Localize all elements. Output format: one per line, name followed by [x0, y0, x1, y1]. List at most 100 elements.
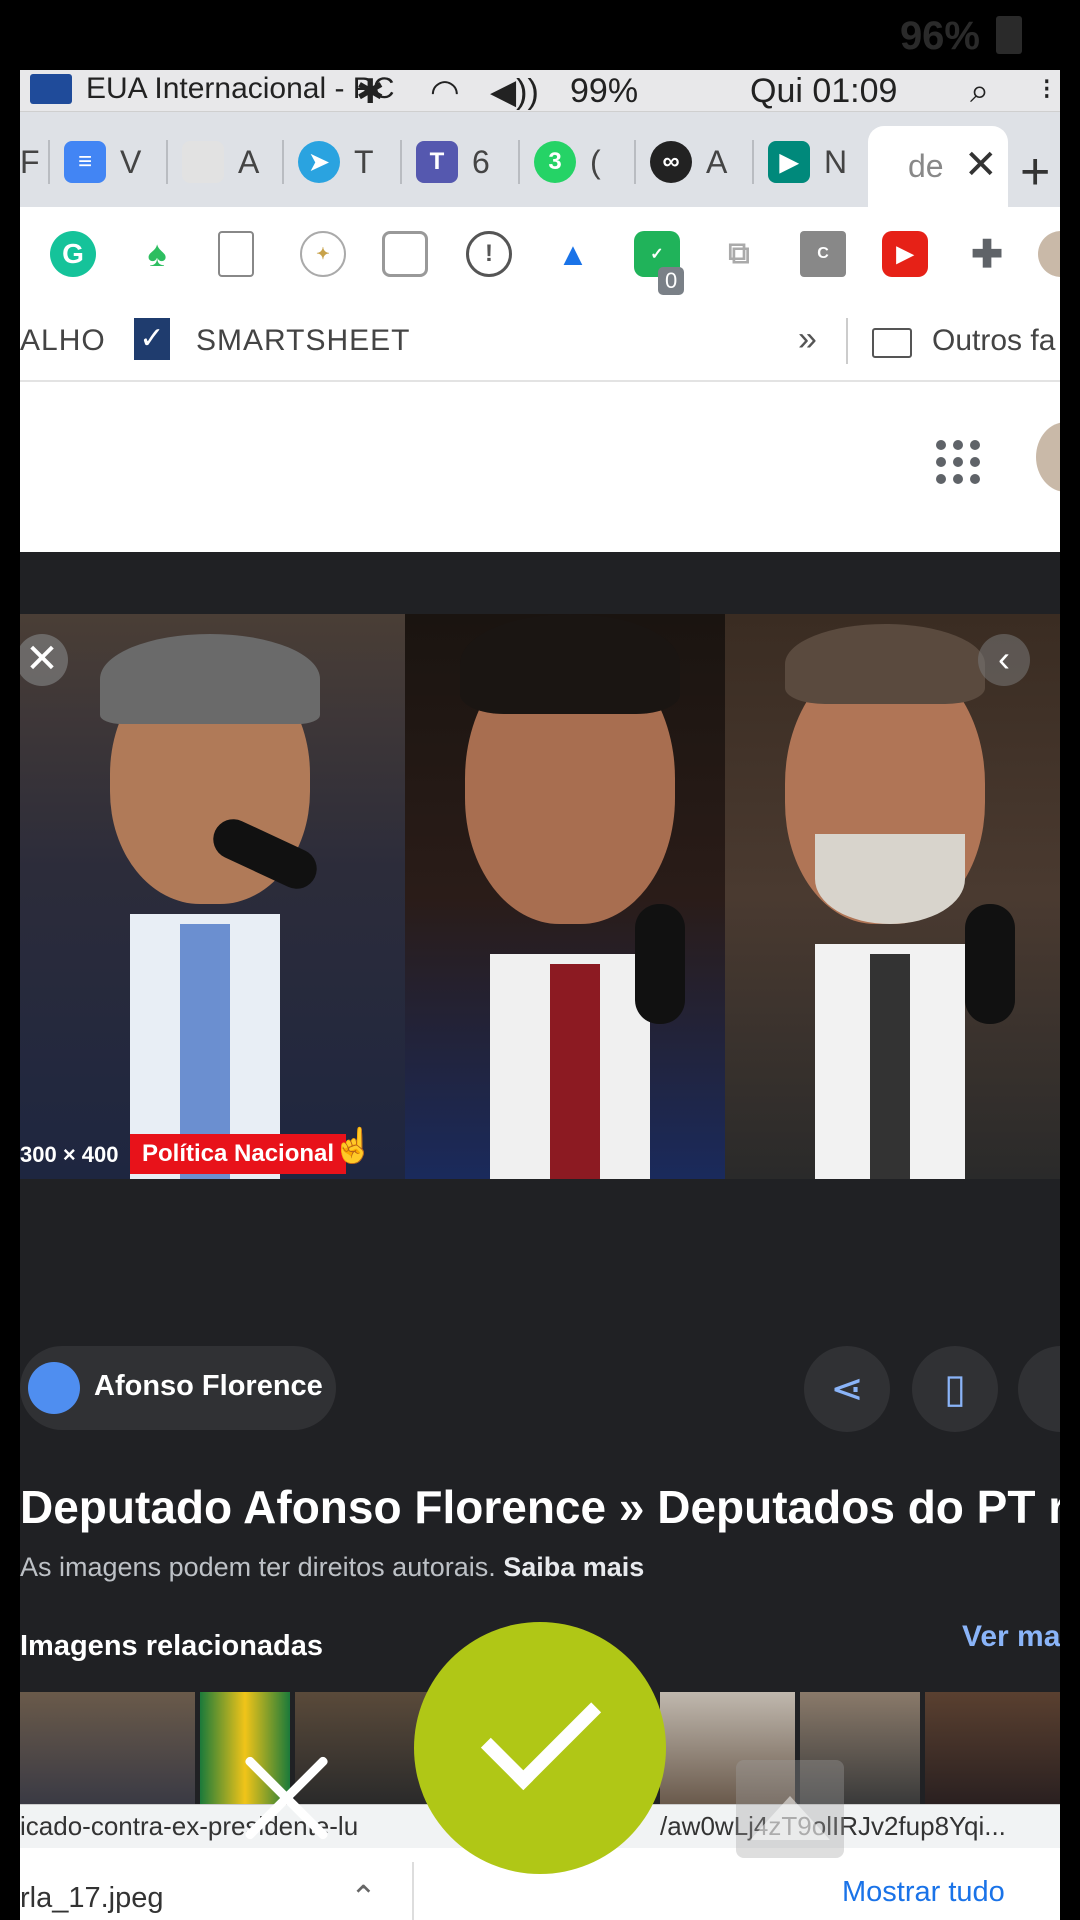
- bookmarks-divider: [846, 318, 848, 364]
- tab-label: A: [706, 143, 728, 180]
- extension-count-badge: 0: [658, 267, 685, 295]
- more-options-button[interactable]: [1018, 1346, 1060, 1432]
- graduation-cap-icon[interactable]: ▲: [550, 231, 596, 277]
- other-bookmarks[interactable]: Outros fa: [932, 324, 1055, 358]
- tab-partial[interactable]: F: [20, 132, 40, 192]
- telegram-icon: ➤: [298, 141, 340, 183]
- photo-middle-person: [405, 614, 725, 1179]
- volume-icon[interactable]: ◀)): [490, 72, 539, 112]
- tab-separator: [400, 140, 402, 184]
- menubar-clock[interactable]: Qui 01:09: [750, 72, 897, 111]
- spotlight-search-icon[interactable]: ⌕: [970, 72, 989, 111]
- whatsapp-icon: 3: [534, 141, 576, 183]
- google-apps-icon[interactable]: [936, 440, 980, 484]
- puzzle-outline-icon[interactable]: ⧉: [716, 231, 762, 277]
- tab-label: A: [238, 143, 260, 180]
- tab-label: (: [590, 143, 601, 180]
- tab-separator: [518, 140, 520, 184]
- preview-image[interactable]: ✕ ‹ 300 × 400 Política Nacional ☝: [20, 614, 1060, 1179]
- source-site-chip[interactable]: Afonso Florence: [20, 1346, 336, 1430]
- related-images-heading: Imagens relacionadas: [20, 1630, 324, 1662]
- battery-icon: [996, 16, 1022, 54]
- file-icon: [182, 141, 224, 183]
- learn-more-link[interactable]: Saiba mais: [503, 1552, 644, 1582]
- account-avatar[interactable]: [1036, 422, 1060, 492]
- discard-photo-icon[interactable]: [240, 1752, 332, 1844]
- infinity-icon: ∞: [650, 141, 692, 183]
- see-more-link[interactable]: Ver ma: [962, 1620, 1060, 1654]
- tab-separator: [48, 140, 50, 184]
- bookmark-smartsheet[interactable]: SMARTSHEET: [196, 324, 410, 358]
- result-title-link[interactable]: Deputado Afonso Florence » Deputados do …: [20, 1480, 1060, 1534]
- evernote-icon[interactable]: ♠: [134, 231, 180, 277]
- google-header: [20, 382, 1060, 552]
- source-site-name: Afonso Florence: [94, 1370, 323, 1402]
- extensions-bar: G ♠ ✦ ! ▲ ✓ 0 ⧉ C ▶ ✚: [20, 207, 1060, 302]
- extensions-puzzle-icon[interactable]: ✚: [964, 231, 1010, 277]
- new-tab-icon[interactable]: +: [1020, 142, 1050, 202]
- tab-label: N: [824, 143, 848, 180]
- battery-level: 96%: [899, 14, 980, 58]
- tab-label: de: [908, 148, 944, 184]
- close-tab-icon[interactable]: ✕: [964, 142, 998, 188]
- box-icon[interactable]: [382, 231, 428, 277]
- wifi-icon[interactable]: ◠: [430, 72, 460, 112]
- extension-seal-icon[interactable]: ✦: [300, 231, 346, 277]
- copyright-text: As imagens podem ter direitos autorais.: [20, 1552, 496, 1582]
- docs-icon: ≡: [64, 141, 106, 183]
- input-source[interactable]: EUA Internacional - PC: [86, 72, 394, 106]
- tab-label: 6: [472, 143, 490, 180]
- clipboard-c-icon[interactable]: C: [800, 231, 846, 277]
- teams-icon: T: [416, 141, 458, 183]
- tab-label: V: [120, 143, 142, 180]
- password-icon[interactable]: !: [466, 231, 512, 277]
- bookmark-icon: ▯: [943, 1367, 966, 1411]
- previous-image-button[interactable]: ‹: [978, 634, 1030, 686]
- smartsheet-icon: ✓: [134, 318, 170, 360]
- mac-menubar: EUA Internacional - PC ✱ ◠ ◀)) 99% Qui 0…: [20, 70, 1060, 112]
- bluetooth-icon[interactable]: ✱: [356, 72, 385, 112]
- image-dimensions: 300 × 400: [20, 1142, 119, 1167]
- youtube-icon[interactable]: ▶: [882, 231, 928, 277]
- gallery-icon[interactable]: [736, 1760, 844, 1858]
- share-button[interactable]: ⋖: [804, 1346, 890, 1432]
- control-center-icon[interactable]: ⁝: [1042, 72, 1052, 107]
- download-filename[interactable]: rla_17.jpeg: [20, 1882, 164, 1915]
- tab-separator: [166, 140, 168, 184]
- tab-5[interactable]: 3 (: [518, 132, 601, 192]
- confirm-photo-button[interactable]: [414, 1622, 666, 1874]
- checkmark-icon: [480, 1669, 602, 1791]
- tab-separator: [282, 140, 284, 184]
- tab-active[interactable]: de ✕: [868, 126, 1008, 208]
- copyright-notice: As imagens podem ter direitos autorais. …: [20, 1552, 644, 1583]
- related-thumbnail[interactable]: [925, 1692, 1060, 1804]
- tab-separator: [752, 140, 754, 184]
- tab-6[interactable]: ∞ A: [634, 132, 727, 192]
- share-icon: ⋖: [830, 1367, 864, 1411]
- bookmarks-overflow-icon[interactable]: »: [798, 320, 817, 359]
- tab-label: T: [354, 143, 374, 180]
- grammarly-icon[interactable]: G: [50, 231, 96, 277]
- tab-3[interactable]: ➤ T: [282, 132, 374, 192]
- browser-tab-strip: F ≡ V A ➤ T T 6 3 ( ∞ A ▶ N de ✕ +: [20, 112, 1060, 208]
- folder-icon: [872, 328, 912, 358]
- phone-status-bar: 96%: [0, 0, 1080, 70]
- show-all-downloads-link[interactable]: Mostrar tudo: [842, 1876, 1005, 1909]
- tab-2[interactable]: A: [166, 132, 259, 192]
- source-watermark-badge: Política Nacional: [130, 1134, 347, 1174]
- flag-icon[interactable]: [30, 74, 72, 104]
- battery-percent[interactable]: 99%: [570, 72, 638, 111]
- tab-4[interactable]: T 6: [400, 132, 490, 192]
- tab-7[interactable]: ▶ N: [752, 132, 847, 192]
- bookmark-partial[interactable]: ALHO: [20, 324, 106, 358]
- tab-1[interactable]: ≡ V: [48, 132, 141, 192]
- chevron-up-icon[interactable]: ⌃: [350, 1878, 377, 1916]
- related-thumbnail[interactable]: [20, 1692, 195, 1804]
- downloads-divider: [412, 1862, 414, 1920]
- save-button[interactable]: ▯: [912, 1346, 998, 1432]
- document-icon[interactable]: [218, 231, 254, 277]
- meet-icon: ▶: [768, 141, 810, 183]
- photo-right-person: [725, 614, 1060, 1179]
- hand-cursor-icon: ☝: [332, 1127, 375, 1165]
- profile-avatar[interactable]: [1038, 231, 1060, 277]
